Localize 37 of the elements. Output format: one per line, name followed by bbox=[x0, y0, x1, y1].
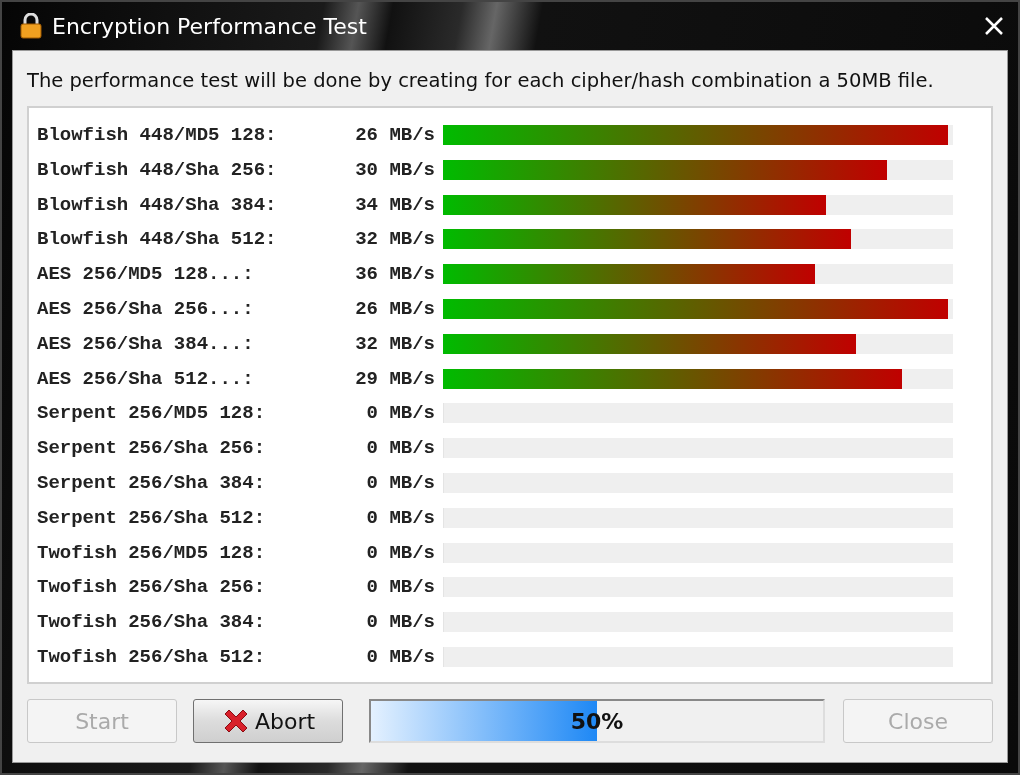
speed-value: 29 MB/s bbox=[354, 367, 436, 390]
combination-label: Serpent 256/MD5 128: bbox=[37, 402, 267, 425]
description-text: The performance test will be done by creating for each cipher/hash combination a 50MB file. bbox=[27, 69, 935, 92]
speed-value: 0 MB/s bbox=[365, 402, 436, 425]
speed-value: 26 MB/s bbox=[354, 124, 436, 146]
combination-label: Twofish 256/Sha 512: bbox=[37, 645, 267, 668]
speed-value: 0 MB/s bbox=[365, 611, 436, 634]
speed-value: 0 MB/s bbox=[365, 541, 436, 564]
combination-label: Blowfish 448/MD5 128: bbox=[37, 124, 278, 146]
speed-value: 34 MB/s bbox=[354, 193, 436, 216]
speed-value: 36 MB/s bbox=[354, 263, 436, 286]
speed-value: 0 MB/s bbox=[365, 471, 436, 494]
speed-value: 32 MB/s bbox=[354, 332, 436, 355]
combination-label: Twofish 256/Sha 384: bbox=[37, 611, 267, 634]
window-title: Encryption Performance Test bbox=[52, 13, 368, 39]
combination-label: Blowfish 448/Sha 512: bbox=[37, 228, 278, 251]
close-icon[interactable] bbox=[984, 16, 1004, 36]
abort-button[interactable]: Abort bbox=[193, 699, 343, 743]
combination-label: AES 256/Sha 384...: bbox=[37, 332, 255, 355]
combination-label: Blowfish 448/Sha 256: bbox=[37, 158, 278, 181]
speed-value: 0 MB/s bbox=[365, 576, 436, 599]
speed-value: 0 MB/s bbox=[365, 437, 436, 460]
combination-label: AES 256/MD5 128...: bbox=[37, 263, 255, 286]
combination-label: Twofish 256/MD5 128: bbox=[37, 541, 267, 564]
speed-value: 0 MB/s bbox=[365, 506, 436, 529]
speed-value: 30 MB/s bbox=[354, 158, 436, 181]
combination-label: Serpent 256/Sha 512: bbox=[37, 506, 267, 529]
speed-value: 0 MB/s bbox=[365, 645, 436, 668]
speed-value: 32 MB/s bbox=[354, 228, 436, 251]
combination-label: Twofish 256/Sha 256: bbox=[37, 576, 267, 599]
combination-label: AES 256/Sha 512...: bbox=[37, 367, 255, 390]
padlock-icon bbox=[20, 13, 42, 39]
combination-label: Blowfish 448/Sha 384: bbox=[37, 193, 278, 216]
speed-value: 26 MB/s bbox=[354, 298, 436, 320]
combination-label: Serpent 256/Sha 384: bbox=[37, 471, 267, 494]
combination-label: Serpent 256/Sha 256: bbox=[37, 437, 267, 460]
combination-label: AES 256/Sha 256...: bbox=[37, 298, 255, 320]
